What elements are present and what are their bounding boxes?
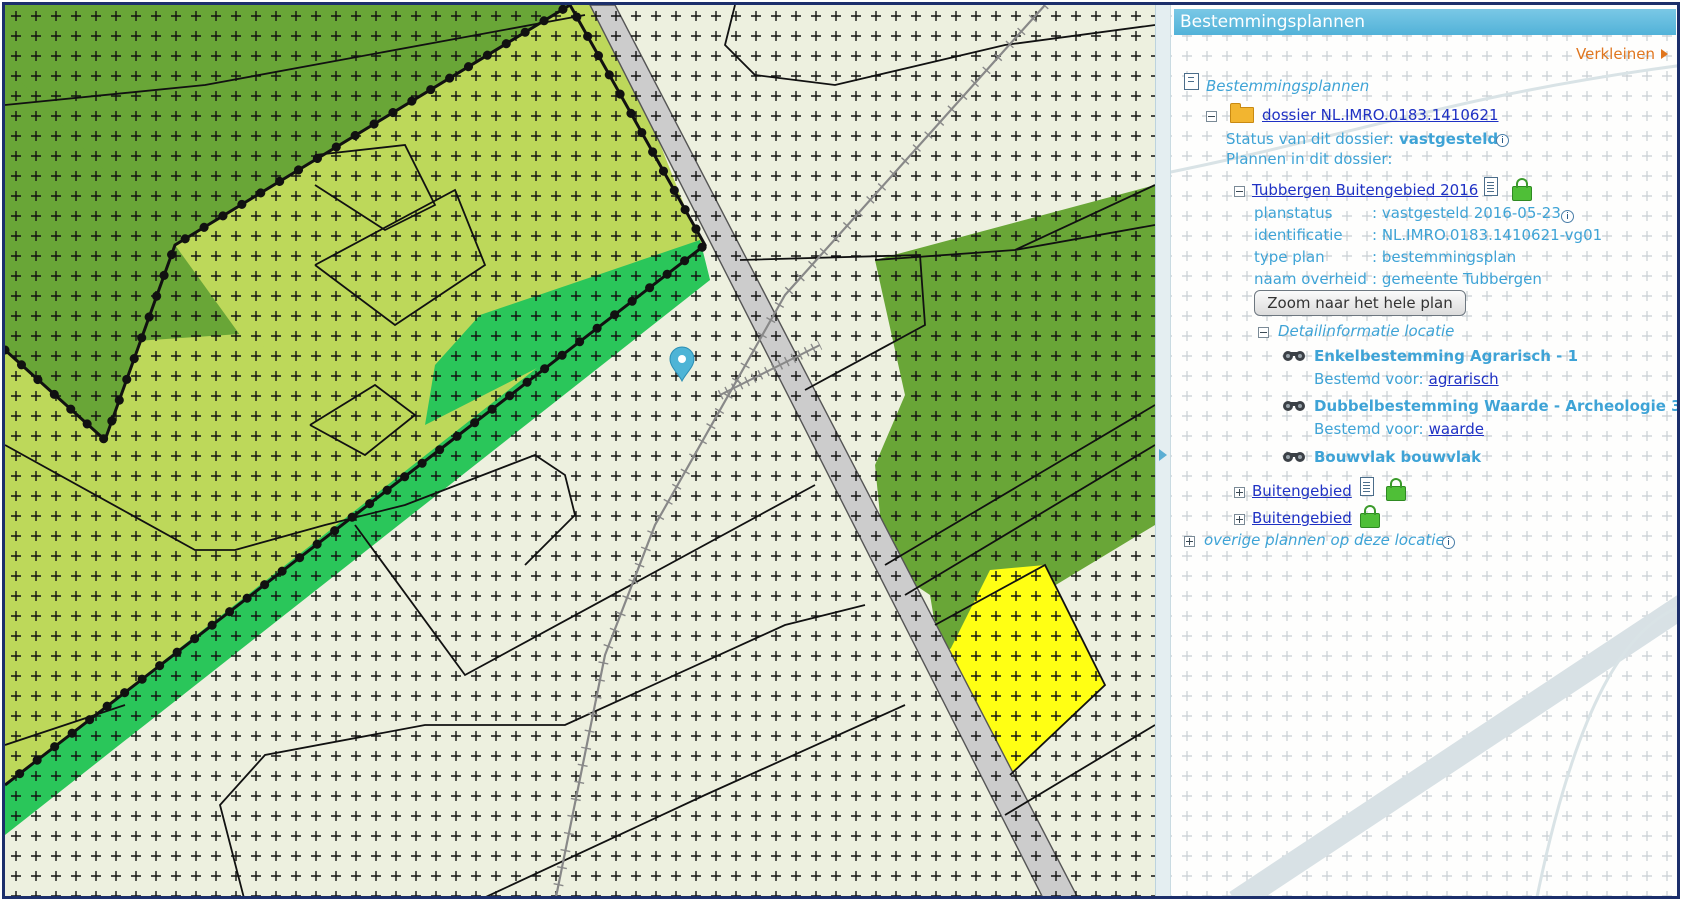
dossier-link[interactable]: dossier NL.IMRO.0183.1410621 (1262, 106, 1499, 124)
detail-waarde-desc: Bestemd voor: waarde (1314, 419, 1484, 438)
plan-title-link[interactable]: Tubbergen Buitengebied 2016 (1252, 181, 1478, 199)
status-info-icon[interactable] (1496, 134, 1509, 147)
dossier-collapse-toggle[interactable] (1206, 111, 1217, 122)
panel-title: Bestemmingsplannen (1174, 9, 1676, 35)
bestemmingsplannen-panel: Bestemmingsplannen Verkleinen Bestemming… (1155, 5, 1677, 896)
binoculars-icon (1283, 452, 1305, 462)
status-label: Status van dit dossier: (1226, 130, 1394, 148)
detail-bouwvlak-title[interactable]: Bouwvlak bouwvlak (1314, 448, 1481, 466)
zoom-plan-button[interactable]: Zoom naar het hele plan (1254, 290, 1466, 316)
detail-label: Detailinformatie locatie (1278, 322, 1455, 340)
buitengebied-expand-toggle[interactable] (1234, 514, 1245, 525)
field-identificatie-key: identificatie (1254, 226, 1343, 244)
lock-icon[interactable] (1512, 178, 1532, 201)
detail-waarde-title[interactable]: Dubbelbestemming Waarde - Archeologie 3 (1314, 397, 1677, 415)
zoning-map[interactable] (5, 5, 1155, 899)
field-overheid-value: : gemeente Tubbergen (1372, 270, 1542, 288)
bestemd-label: Bestemd voor: (1314, 420, 1424, 438)
dossier-status: Status van dit dossier: vastgesteld (1226, 129, 1498, 148)
buitengebied-link[interactable]: Buitengebied (1252, 509, 1352, 527)
root-label: Bestemmingsplannen (1206, 77, 1370, 95)
panel-collapse-strip[interactable] (1156, 5, 1171, 896)
field-identificatie-value: : NL.IMRO.0183.1410621-vg01 (1372, 226, 1603, 244)
lock-icon[interactable] (1360, 505, 1380, 528)
agrarisch-link[interactable]: agrarisch (1429, 370, 1499, 388)
binoculars-icon (1283, 401, 1305, 411)
field-type-key: type plan (1254, 248, 1325, 266)
expand-arrow-icon[interactable] (1159, 449, 1167, 461)
overige-info-icon[interactable] (1442, 536, 1455, 549)
field-overheid-key: naam overheid (1254, 270, 1367, 288)
field-planstatus-key: planstatus (1254, 204, 1333, 222)
map-canvas[interactable] (5, 5, 1155, 899)
overige-plans-label[interactable]: overige plannen op deze locatie (1204, 531, 1445, 549)
verkleinen-label: Verkleinen (1576, 45, 1655, 63)
planstatus-info-icon[interactable] (1561, 210, 1574, 223)
status-value: vastgesteld (1399, 130, 1499, 148)
detail-collapse-toggle[interactable] (1258, 327, 1269, 338)
field-planstatus-value: : vastgesteld 2016-05-23 (1372, 204, 1561, 222)
field-type-value: : bestemmingsplan (1372, 248, 1517, 266)
plan-collapse-toggle[interactable] (1234, 186, 1245, 197)
document-icon[interactable] (1484, 177, 1498, 196)
plans-label: Plannen in dit dossier: (1226, 150, 1393, 168)
overige-expand-toggle[interactable] (1184, 536, 1195, 547)
plan-tree-icon (1184, 73, 1199, 90)
buitengebied-link[interactable]: Buitengebied (1252, 482, 1352, 500)
folder-icon (1230, 103, 1254, 123)
binoculars-icon (1283, 351, 1305, 361)
document-icon[interactable] (1360, 477, 1374, 496)
waarde-link[interactable]: waarde (1429, 420, 1484, 438)
buitengebied-expand-toggle[interactable] (1234, 487, 1245, 498)
app-frame: Bestemmingsplannen Verkleinen Bestemming… (2, 2, 1680, 899)
bestemd-label: Bestemd voor: (1314, 370, 1424, 388)
arrow-right-icon (1660, 49, 1668, 59)
verkleinen-button[interactable]: Verkleinen (1576, 45, 1668, 63)
lock-icon[interactable] (1386, 478, 1406, 501)
detail-agrarisch-desc: Bestemd voor: agrarisch (1314, 369, 1499, 388)
detail-agrarisch-title[interactable]: Enkelbestemming Agrarisch - 1 (1314, 347, 1578, 365)
